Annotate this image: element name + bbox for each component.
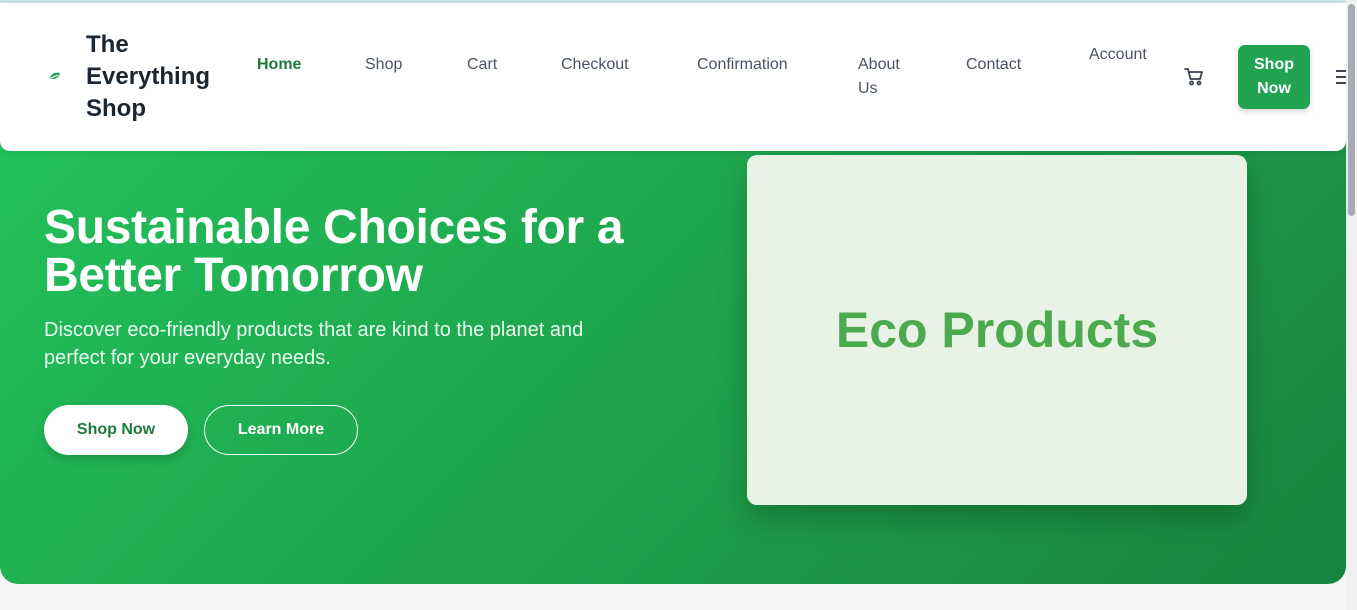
hero-section: Sustainable Choices for a Better Tomorro…: [0, 130, 1346, 584]
leaf-icon: [48, 70, 62, 84]
hero-title: Sustainable Choices for a Better Tomorro…: [44, 201, 624, 302]
site-header: The Everything Shop Home Shop Cart Check…: [0, 3, 1346, 151]
page-scrollbar[interactable]: [1346, 0, 1357, 610]
hero-learn-more-button[interactable]: Learn More: [204, 405, 358, 455]
hamburger-menu-icon[interactable]: [1336, 70, 1346, 84]
nav-cart[interactable]: Cart: [467, 53, 497, 77]
nav-shop[interactable]: Shop: [365, 53, 402, 77]
header-shop-now-button[interactable]: Shop Now: [1238, 45, 1310, 109]
nav-account[interactable]: Account: [1089, 43, 1147, 67]
eco-products-card-text: Eco Products: [835, 302, 1159, 358]
hero-subtitle: Discover eco-friendly products that are …: [44, 319, 584, 369]
nav-about-us[interactable]: About Us: [858, 53, 910, 101]
nav-contact[interactable]: Contact: [966, 53, 1021, 77]
cart-icon[interactable]: [1183, 65, 1205, 87]
nav-confirmation[interactable]: Confirmation: [697, 53, 788, 77]
scrollbar-thumb[interactable]: [1348, 4, 1355, 216]
eco-products-card: Eco Products: [747, 155, 1247, 505]
nav-checkout[interactable]: Checkout: [561, 53, 629, 77]
hero-shop-now-button[interactable]: Shop Now: [44, 405, 188, 455]
nav-home[interactable]: Home: [257, 53, 301, 77]
brand-name[interactable]: The Everything Shop: [86, 29, 226, 125]
